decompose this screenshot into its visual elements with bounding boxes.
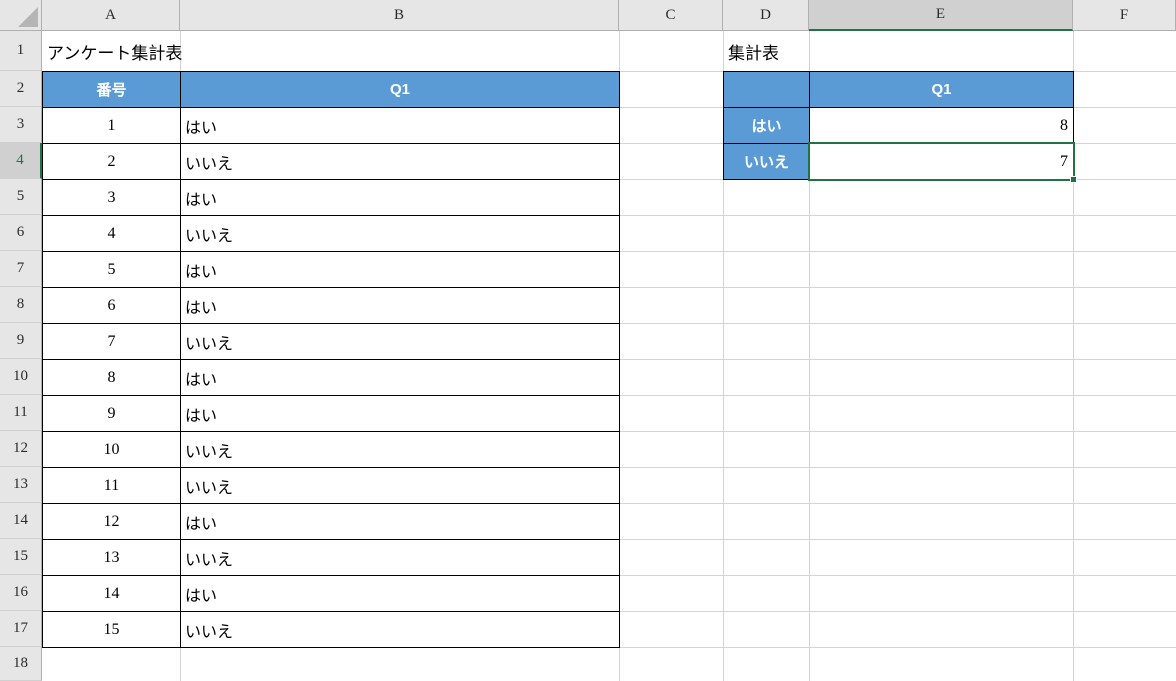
summary-count-yes[interactable]: 8	[809, 107, 1074, 144]
survey-cell-no-5[interactable]: 5	[42, 251, 181, 288]
survey-cell-q1-9[interactable]: はい	[180, 395, 620, 432]
survey-cell-no-11[interactable]: 11	[42, 467, 181, 504]
row-header-14[interactable]: 14	[0, 503, 42, 539]
row-header-13[interactable]: 13	[0, 467, 42, 503]
survey-cell-q1-15[interactable]: いいえ	[180, 611, 620, 648]
survey-cell-q1-2[interactable]: いいえ	[180, 143, 620, 180]
survey-header-q1[interactable]: Q1	[180, 71, 620, 108]
row-header-2[interactable]: 2	[0, 71, 42, 107]
column-header-e[interactable]: E	[809, 0, 1073, 31]
fill-handle[interactable]	[1070, 176, 1077, 183]
survey-cell-q1-7[interactable]: いいえ	[180, 323, 620, 360]
survey-cell-q1-3[interactable]: はい	[180, 179, 620, 216]
row-header-4[interactable]: 4	[0, 143, 42, 179]
column-header-d[interactable]: D	[723, 0, 809, 31]
row-header-6[interactable]: 6	[0, 215, 42, 251]
row-header-7[interactable]: 7	[0, 251, 42, 287]
survey-cell-no-1[interactable]: 1	[42, 107, 181, 144]
summary-header-corner[interactable]	[723, 71, 810, 108]
survey-cell-q1-6[interactable]: はい	[180, 287, 620, 324]
select-all-corner[interactable]	[0, 0, 42, 31]
survey-cell-q1-10[interactable]: いいえ	[180, 431, 620, 468]
row-header-18[interactable]: 18	[0, 647, 42, 681]
row-header-10[interactable]: 10	[0, 359, 42, 395]
survey-cell-no-15[interactable]: 15	[42, 611, 181, 648]
row-header-16[interactable]: 16	[0, 575, 42, 611]
summary-count-no[interactable]: 7	[809, 143, 1074, 180]
survey-cell-q1-5[interactable]: はい	[180, 251, 620, 288]
survey-cell-q1-14[interactable]: はい	[180, 575, 620, 612]
survey-cell-q1-12[interactable]: はい	[180, 503, 620, 540]
row-header-8[interactable]: 8	[0, 287, 42, 323]
summary-header-q1[interactable]: Q1	[809, 71, 1074, 108]
row-header-12[interactable]: 12	[0, 431, 42, 467]
column-header-b[interactable]: B	[180, 0, 619, 31]
survey-cell-no-10[interactable]: 10	[42, 431, 181, 468]
survey-cell-q1-8[interactable]: はい	[180, 359, 620, 396]
survey-cell-q1-11[interactable]: いいえ	[180, 467, 620, 504]
survey-header-no[interactable]: 番号	[42, 71, 181, 108]
row-header-5[interactable]: 5	[0, 179, 42, 215]
survey-cell-q1-1[interactable]: はい	[180, 107, 620, 144]
survey-cell-no-4[interactable]: 4	[42, 215, 181, 252]
survey-cell-no-12[interactable]: 12	[42, 503, 181, 540]
row-header-11[interactable]: 11	[0, 395, 42, 431]
summary-label-no[interactable]: いいえ	[723, 143, 810, 180]
summary-title-cell-d1[interactable]: 集計表	[724, 32, 809, 71]
survey-cell-no-14[interactable]: 14	[42, 575, 181, 612]
summary-label-yes[interactable]: はい	[723, 107, 810, 144]
survey-cell-q1-4[interactable]: いいえ	[180, 215, 620, 252]
survey-cell-no-13[interactable]: 13	[42, 539, 181, 576]
survey-cell-no-7[interactable]: 7	[42, 323, 181, 360]
survey-cell-no-9[interactable]: 9	[42, 395, 181, 432]
column-header-a[interactable]: A	[42, 0, 180, 31]
survey-title-cell-a1[interactable]: アンケート集計表	[43, 32, 619, 71]
survey-cell-q1-13[interactable]: いいえ	[180, 539, 620, 576]
spreadsheet-grid[interactable]: A B C D E F 1 2 3 4 5 6 7 8 9 10 11 12 1…	[0, 0, 1176, 681]
select-all-triangle-icon	[18, 7, 38, 27]
column-header-band: A B C D E F	[42, 0, 1176, 31]
column-header-c[interactable]: C	[619, 0, 723, 31]
column-header-f[interactable]: F	[1073, 0, 1176, 31]
row-header-1[interactable]: 1	[0, 31, 42, 71]
row-header-15[interactable]: 15	[0, 539, 42, 575]
survey-cell-no-8[interactable]: 8	[42, 359, 181, 396]
survey-cell-no-2[interactable]: 2	[42, 143, 181, 180]
survey-cell-no-3[interactable]: 3	[42, 179, 181, 216]
row-header-3[interactable]: 3	[0, 107, 42, 143]
row-header-17[interactable]: 17	[0, 611, 42, 647]
row-header-9[interactable]: 9	[0, 323, 42, 359]
survey-cell-no-6[interactable]: 6	[42, 287, 181, 324]
